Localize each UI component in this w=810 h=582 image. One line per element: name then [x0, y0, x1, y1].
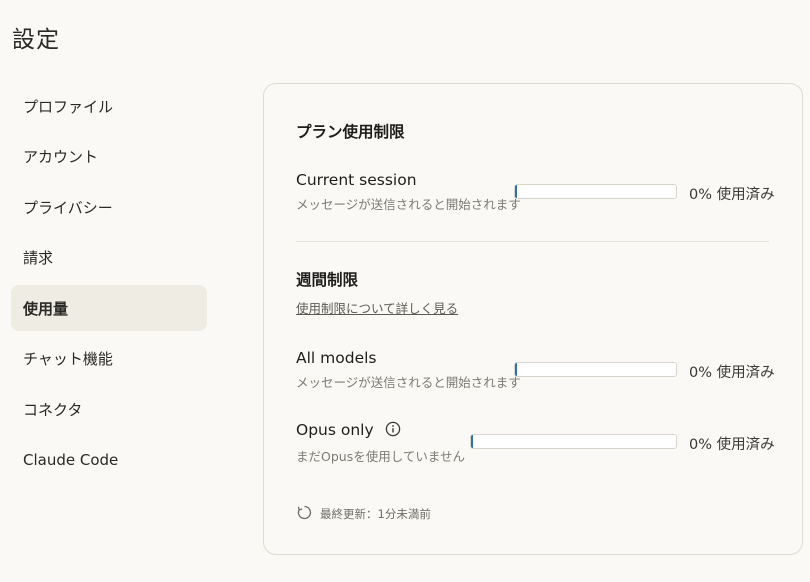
last-updated-text: 最終更新：1分未満前 [320, 507, 431, 521]
info-icon[interactable] [385, 421, 401, 441]
sidebar-item-chat-features[interactable]: チャット機能 [11, 336, 207, 382]
sidebar-item-usage[interactable]: 使用量 [11, 285, 207, 331]
opus-only-progress-fill [471, 435, 473, 448]
current-session-progress-bar [514, 184, 677, 199]
page-title: 設定 [12, 27, 60, 53]
sidebar-item-label: 請求 [23, 249, 54, 267]
divider [296, 241, 769, 242]
sidebar-item-privacy[interactable]: プライバシー [11, 184, 207, 230]
all-models-progress-fill [515, 363, 517, 376]
last-updated: 最終更新：1分未満前 [296, 504, 431, 524]
weekly-limits-header: 週間制限 使用制限について詳しく見る [296, 268, 782, 317]
weekly-limits-title: 週間制限 [296, 271, 359, 289]
sidebar-item-label: Claude Code [23, 450, 119, 469]
opus-only-usage-text: 0% 使用済み [689, 437, 775, 453]
sidebar-item-account[interactable]: アカウント [11, 134, 207, 180]
sidebar-item-label: 使用量 [23, 299, 69, 318]
sidebar-item-label: プロファイル [23, 97, 114, 116]
opus-only-label: Opus only [296, 421, 374, 439]
panel-title: プラン使用制限 [296, 123, 405, 141]
all-models-progress-bar [514, 362, 677, 377]
opus-only-progress-bar [470, 434, 677, 449]
sidebar-item-label: アカウント [23, 148, 99, 166]
sidebar-item-label: チャット機能 [23, 350, 113, 368]
current-session-usage-text: 0% 使用済み [689, 187, 775, 203]
learn-more-link[interactable]: 使用制限について詳しく見る [296, 298, 458, 317]
refresh-icon[interactable] [296, 504, 320, 524]
current-session-progress-fill [515, 185, 517, 198]
sidebar-item-label: コネクタ [23, 400, 83, 419]
sidebar-item-claude-code[interactable]: Claude Code [11, 437, 207, 483]
sidebar-item-label: プライバシー [23, 198, 113, 217]
sidebar-item-billing[interactable]: 請求 [11, 235, 207, 281]
all-models-usage-text: 0% 使用済み [689, 365, 775, 381]
sidebar-item-profile[interactable]: プロファイル [11, 83, 207, 129]
settings-sidebar: プロファイル アカウント プライバシー 請求 使用量 チャット機能 コネクタ C… [11, 83, 207, 487]
sidebar-item-connectors[interactable]: コネクタ [11, 386, 207, 432]
plan-usage-panel: プラン使用制限 Current session メッセージが送信されると開始され… [263, 83, 803, 555]
